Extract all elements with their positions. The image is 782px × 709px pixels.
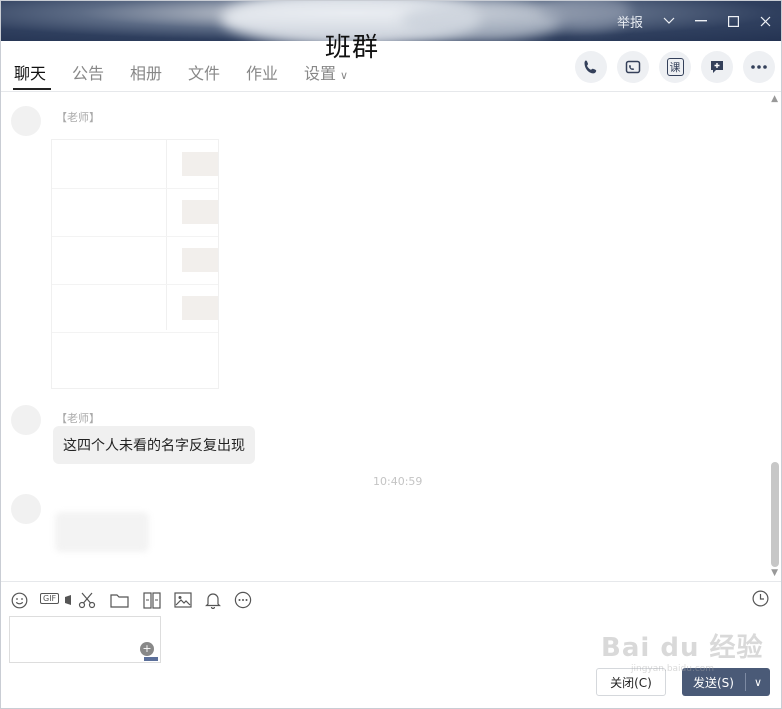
chevron-down-icon[interactable] <box>653 1 685 41</box>
input-toolbar: GIF <box>1 581 781 618</box>
chevron-down-icon: ∨ <box>340 69 349 82</box>
avatar[interactable] <box>11 405 41 435</box>
folder-icon[interactable] <box>109 590 129 610</box>
avatar[interactable] <box>11 106 41 136</box>
gif-camera-icon[interactable] <box>58 590 78 610</box>
message-timestamp: 10:40:59 <box>373 475 423 488</box>
tab-files[interactable]: 文件 <box>188 60 220 84</box>
minimize-icon[interactable] <box>685 1 717 41</box>
tab-album[interactable]: 相册 <box>130 60 162 84</box>
title-bar: 举报 <box>1 1 781 41</box>
scroll-down-arrow-icon[interactable]: ▼ <box>771 568 778 578</box>
more-options-button[interactable] <box>743 51 775 83</box>
chat-scrollbar[interactable] <box>771 462 779 567</box>
maximize-icon[interactable] <box>717 1 749 41</box>
phone-icon <box>584 60 597 74</box>
scissors-icon[interactable] <box>77 590 97 610</box>
watermark-brand: Bai du 经验 <box>601 633 764 663</box>
voice-call-button[interactable] <box>575 51 607 83</box>
tab-chat[interactable]: 聊天 <box>14 60 46 84</box>
video-call-icon <box>625 60 641 74</box>
chat-window: 举报 班群 聊天 公告 相册 文件 作业 设置 ∨ 课 【老师】 【老师】 这四… <box>0 0 782 709</box>
window-title: 班群 <box>325 33 380 63</box>
attached-image-preview[interactable]: + <box>9 616 161 663</box>
scroll-up-arrow-icon[interactable]: ▲ <box>771 94 778 104</box>
video-call-button[interactable] <box>617 51 649 83</box>
more-icon <box>751 65 767 69</box>
text-message-bubble[interactable]: 这四个人未看的名字反复出现 <box>53 426 255 464</box>
image-message[interactable] <box>51 139 219 389</box>
more-tools-icon[interactable] <box>233 590 253 610</box>
history-clock-icon[interactable] <box>752 590 769 611</box>
watermark-url: jingyan.baidu.com <box>631 664 715 674</box>
plus-icon: + <box>140 642 154 656</box>
avatar[interactable] <box>11 494 41 524</box>
tab-settings-label: 设置 <box>304 64 337 83</box>
message-text: 这四个人未看的名字反复出现 <box>63 438 245 454</box>
screenshot-icon[interactable] <box>142 590 162 610</box>
gif-icon[interactable]: GIF <box>40 593 60 604</box>
message-list[interactable]: 【老师】 【老师】 这四个人未看的名字反复出现 10:40:59 ▲ ▼ <box>1 92 781 580</box>
emoji-icon[interactable] <box>9 590 29 610</box>
active-tab-indicator <box>13 88 51 90</box>
message-sender: 【老师】 <box>56 412 100 425</box>
tab-homework[interactable]: 作业 <box>246 60 278 84</box>
tab-announcement[interactable]: 公告 <box>72 60 104 84</box>
title-bar-controls: 举报 <box>617 1 781 41</box>
image-icon[interactable] <box>173 590 193 610</box>
send-options-chevron-icon[interactable]: ∨ <box>746 676 770 689</box>
baidu-watermark: Bai du 经验 jingyan.baidu.com <box>601 627 764 674</box>
close-icon[interactable] <box>749 1 781 41</box>
course-icon: 课 <box>666 58 684 76</box>
blurred-message-bubble[interactable] <box>55 512 149 552</box>
send-button-label: 发送(S) <box>693 675 734 690</box>
bell-icon[interactable] <box>203 590 223 610</box>
add-message-button[interactable] <box>701 51 733 83</box>
chat-plus-icon <box>711 61 723 73</box>
tab-bar: 聊天 公告 相册 文件 作业 设置 ∨ 课 <box>1 41 781 92</box>
message-sender: 【老师】 <box>56 111 100 124</box>
course-button[interactable]: 课 <box>659 51 691 83</box>
report-link[interactable]: 举报 <box>617 12 643 31</box>
